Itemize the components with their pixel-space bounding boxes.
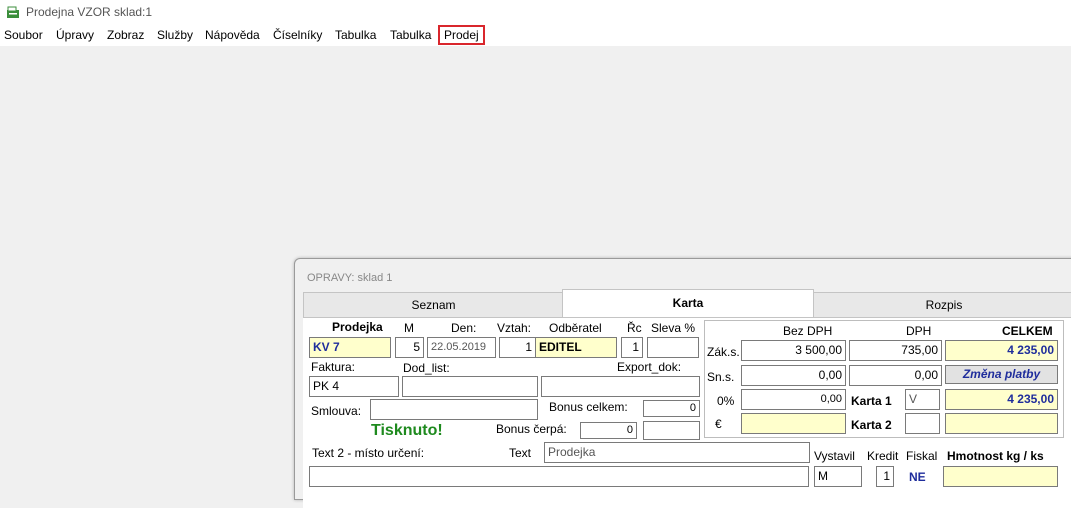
- menu-tabulka[interactable]: Tabulka: [335, 28, 376, 42]
- tab-seznam[interactable]: Seznam: [303, 292, 564, 318]
- child-window-title: OPRAVY: sklad 1: [307, 272, 393, 284]
- header-dph: DPH: [906, 324, 932, 338]
- menu-zobraz[interactable]: Zobraz: [107, 28, 144, 42]
- label-text: Text: [509, 446, 532, 460]
- rc-field[interactable]: 1: [621, 337, 643, 358]
- menu-upravy[interactable]: Úpravy: [56, 28, 94, 42]
- label-m: M: [404, 321, 414, 335]
- karta2-code[interactable]: [905, 413, 940, 434]
- label-prodejka: Prodejka: [332, 320, 383, 334]
- label-vztah: Vztah:: [497, 321, 532, 335]
- label-fiskal: Fiskal: [906, 449, 938, 463]
- label-zak-s: Zák.s.: [707, 345, 740, 359]
- prodejka-field[interactable]: KV 7: [309, 337, 391, 358]
- menu-soubor[interactable]: Soubor: [4, 28, 43, 42]
- vystavil-field[interactable]: M: [814, 466, 862, 487]
- title-bar: Prodejna VZOR sklad:1: [0, 0, 1071, 24]
- header-celkem: CELKEM: [1002, 324, 1053, 338]
- dod-list-field[interactable]: [402, 376, 538, 397]
- text-field[interactable]: Prodejka: [544, 442, 810, 463]
- label-dod-list: Dod_list:: [403, 361, 450, 375]
- sn-s-dph: 0,00: [849, 365, 942, 386]
- label-smlouva: Smlouva:: [311, 404, 362, 418]
- menu-prodej[interactable]: Prodej: [438, 25, 485, 45]
- karta1-amount[interactable]: 4 235,00: [945, 389, 1058, 410]
- header-bez-dph: Bez DPH: [783, 324, 833, 338]
- label-zero-pct: 0%: [717, 394, 735, 408]
- opravy-window: OPRAVY: sklad 1 Seznam Karta Rozpis Prod…: [294, 258, 1071, 508]
- karta2-amount[interactable]: [945, 413, 1058, 434]
- label-rc: Řc: [627, 321, 642, 335]
- label-kredit: Kredit: [867, 449, 899, 463]
- bonus-cerpa-field-2[interactable]: [643, 421, 700, 440]
- m-field[interactable]: 5: [395, 337, 424, 358]
- zak-s-celkem: 4 235,00: [945, 340, 1058, 361]
- text2-field[interactable]: [309, 466, 809, 487]
- label-export-dok: Export_dok:: [617, 360, 682, 374]
- window-title: Prodejna VZOR sklad:1: [26, 5, 153, 19]
- app-icon: [7, 6, 19, 18]
- tab-rozpis[interactable]: Rozpis: [813, 292, 1071, 318]
- faktura-field[interactable]: PK 4: [309, 376, 399, 397]
- smlouva-field[interactable]: [370, 399, 538, 420]
- label-hmotnost: Hmotnost kg / ks: [947, 449, 1044, 463]
- label-bonus-celkem: Bonus celkem:: [549, 400, 628, 414]
- label-text2: Text 2 - místo určení:: [312, 446, 425, 460]
- odberatel-field[interactable]: EDITEL: [535, 337, 617, 358]
- export-dok-field[interactable]: [541, 376, 700, 397]
- label-karta2: Karta 2: [851, 418, 892, 432]
- date-field[interactable]: 22.05.2019: [427, 337, 496, 358]
- karta1-code[interactable]: V: [905, 389, 940, 410]
- sn-s-bez-dph: 0,00: [741, 365, 846, 386]
- kredit-field[interactable]: 1: [876, 466, 894, 487]
- tab-karta[interactable]: Karta: [562, 289, 814, 318]
- zero-pct-bez-dph: 0,00: [741, 389, 846, 410]
- sleva-field[interactable]: [647, 337, 699, 358]
- label-sleva: Sleva %: [651, 321, 696, 335]
- karta-panel: Prodejka M Den: Vztah: Odběratel Řc Slev…: [303, 317, 1071, 508]
- menu-sluzby[interactable]: Služby: [157, 28, 193, 42]
- hmotnost-field[interactable]: [943, 466, 1058, 487]
- bonus-celkem-field[interactable]: 0: [643, 400, 700, 417]
- euro-field[interactable]: [741, 413, 846, 434]
- print-status: Tisknuto!: [371, 422, 443, 439]
- menu-napoveda[interactable]: Nápověda: [205, 28, 260, 42]
- label-bonus-cerpa: Bonus čerpá:: [496, 422, 567, 436]
- menu-tabulka-2[interactable]: Tabulka: [390, 28, 431, 42]
- label-odberatel: Odběratel: [549, 321, 602, 335]
- menu-ciselniky[interactable]: Číselníky: [273, 28, 322, 42]
- zak-s-dph: 735,00: [849, 340, 942, 361]
- zmena-platby-button[interactable]: Změna platby: [945, 365, 1058, 384]
- label-faktura: Faktura:: [311, 360, 356, 374]
- label-sn-s: Sn.s.: [707, 370, 735, 384]
- label-karta1: Karta 1: [851, 394, 892, 408]
- menu-bar: Soubor Úpravy Zobraz Služby Nápověda Čís…: [0, 24, 1071, 46]
- label-vystavil: Vystavil: [814, 449, 855, 463]
- bonus-cerpa-field[interactable]: 0: [580, 422, 637, 439]
- fiskal-value: NE: [909, 470, 926, 484]
- vztah-field[interactable]: 1: [499, 337, 536, 358]
- zak-s-bez-dph: 3 500,00: [741, 340, 846, 361]
- tab-bar: Seznam Karta Rozpis: [303, 289, 1071, 318]
- label-den: Den:: [451, 321, 477, 335]
- label-euro: €: [715, 417, 722, 431]
